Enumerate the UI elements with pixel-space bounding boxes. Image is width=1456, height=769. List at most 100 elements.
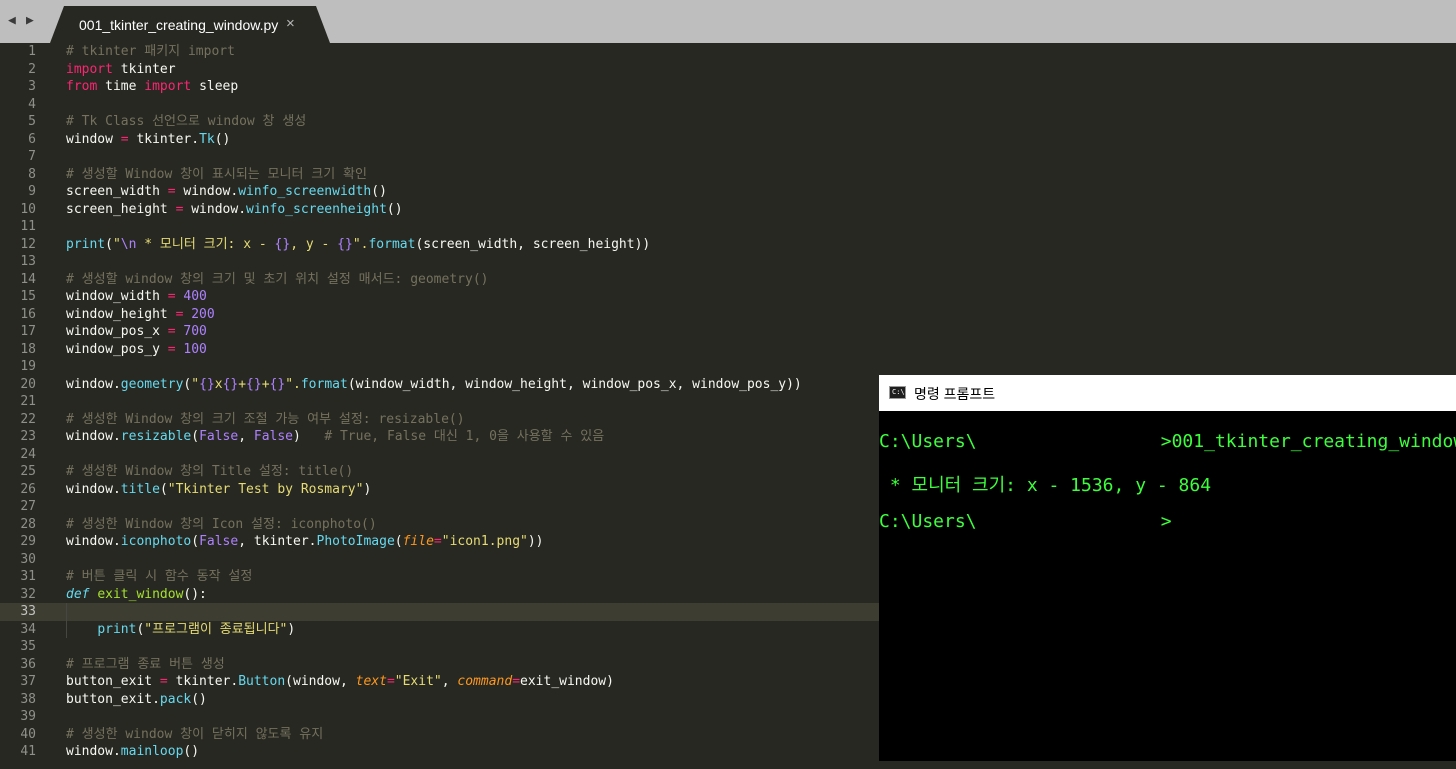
line-number: 3: [28, 79, 36, 94]
console-line: C:\Users\ >: [879, 511, 1172, 532]
tab-bar: ◀ ▶ 001_tkinter_creating_window.py ×: [0, 0, 1456, 43]
code-text: from time import sleep: [66, 79, 239, 94]
code-line[interactable]: 15 window_width = 400: [0, 288, 1456, 306]
code-line[interactable]: 8 # 생성할 Window 창이 표시되는 모니터 크기 확인: [0, 166, 1456, 184]
line-number: 23: [20, 429, 36, 444]
line-number: 41: [20, 744, 36, 759]
line-number: 32: [20, 586, 36, 602]
code-text: # tkinter 패키지 import: [66, 44, 235, 59]
code-line[interactable]: 2 import tkinter: [0, 61, 1456, 79]
code-text: screen_width = window.winfo_screenwidth(…: [66, 184, 387, 199]
code-text: window_height = 200: [66, 306, 215, 322]
code-text: # 생성할 Window 창이 표시되는 모니터 크기 확인: [66, 166, 367, 182]
code-text: window_pos_y = 100: [66, 341, 207, 357]
code-line[interactable]: 3 from time import sleep: [0, 78, 1456, 96]
line-number: 4: [28, 96, 36, 112]
line-number: 7: [28, 149, 36, 164]
line-number: 18: [20, 341, 36, 357]
line-number: 9: [28, 184, 36, 199]
line-number: 1: [28, 44, 36, 59]
line-number: 34: [20, 621, 36, 637]
code-text: # Tk Class 선언으로 window 창 생성: [66, 114, 307, 129]
line-number: 11: [20, 219, 36, 234]
close-icon[interactable]: ×: [286, 15, 295, 32]
line-number: 15: [20, 289, 36, 304]
code-text: # 생성한 window 창이 닫히지 않도록 유지: [66, 726, 324, 742]
line-number: 16: [20, 306, 36, 322]
console-line: C:\Users\ >001_tkinter_creating_window.p…: [879, 431, 1456, 452]
code-text: window_width = 400: [66, 289, 207, 304]
code-text: screen_height = window.winfo_screenheigh…: [66, 201, 403, 217]
line-number: 30: [20, 551, 36, 567]
line-number: 17: [20, 324, 36, 339]
line-number: 35: [20, 639, 36, 654]
line-number: 27: [20, 499, 36, 514]
code-text: window.geometry("{}x{}+{}+{}".format(win…: [66, 376, 802, 392]
line-number: 36: [20, 656, 36, 672]
tab-title: 001_tkinter_creating_window.py: [79, 17, 279, 33]
console-line: * 모니터 크기: x - 1536, y - 864: [879, 475, 1212, 496]
code-text: # 생성할 window 창의 크기 및 초기 위치 설정 매서드: geome…: [66, 271, 489, 287]
line-number: 21: [20, 394, 36, 409]
code-text: # 프로그램 종료 버튼 생성: [66, 656, 225, 672]
command-prompt-window[interactable]: C:\. 명령 프롬프트 C:\Users\ >001_tkinter_crea…: [879, 375, 1456, 761]
line-number: 24: [20, 446, 36, 462]
code-text: button_exit.pack(): [66, 691, 207, 707]
line-number: 26: [20, 481, 36, 497]
code-line[interactable]: 18 window_pos_y = 100: [0, 341, 1456, 359]
line-number: 39: [20, 709, 36, 724]
file-tab[interactable]: 001_tkinter_creating_window.py ×: [50, 6, 330, 43]
console-title-bar[interactable]: C:\. 명령 프롬프트: [879, 375, 1456, 411]
code-line[interactable]: 17 window_pos_x = 700: [0, 323, 1456, 341]
code-line[interactable]: 13: [0, 253, 1456, 271]
indent-guide: [66, 603, 67, 621]
code-line[interactable]: 9 screen_width = window.winfo_screenwidth…: [0, 183, 1456, 201]
code-text: import tkinter: [66, 61, 176, 77]
code-text: # 생성한 Window 창의 Icon 설정: iconphoto(): [66, 516, 377, 532]
console-title: 명령 프롬프트: [914, 386, 996, 402]
code-text: button_exit = tkinter.Button(window, tex…: [66, 674, 614, 689]
line-number: 28: [20, 516, 36, 532]
code-line[interactable]: 16 window_height = 200: [0, 306, 1456, 324]
line-number: 19: [20, 359, 36, 374]
code-line[interactable]: 4: [0, 96, 1456, 114]
nav-back-icon[interactable]: ◀: [8, 13, 16, 28]
code-text: window.mainloop(): [66, 744, 200, 759]
code-line[interactable]: 11: [0, 218, 1456, 236]
code-text: window_pos_x = 700: [66, 324, 207, 339]
line-number: 6: [28, 131, 36, 147]
code-text: window.title("Tkinter Test by Rosmary"): [66, 481, 372, 497]
code-line[interactable]: 14 # 생성할 window 창의 크기 및 초기 위치 설정 매서드: geo…: [0, 271, 1456, 289]
line-number: 10: [20, 201, 36, 217]
line-number: 25: [20, 464, 36, 479]
code-text: print("\n * 모니터 크기: x - {}, y - {}".form…: [66, 236, 651, 252]
code-text: window.iconphoto(False, tkinter.PhotoIma…: [66, 534, 544, 549]
line-number: 14: [20, 271, 36, 287]
terminal-icon: C:\.: [889, 386, 909, 399]
code-text: window.resizable(False, False) # True, F…: [66, 429, 605, 444]
line-number: 20: [20, 376, 36, 392]
code-text: def exit_window():: [66, 586, 207, 602]
code-text: # 생성한 Window 창의 Title 설정: title(): [66, 464, 354, 479]
code-line[interactable]: 6 window = tkinter.Tk(): [0, 131, 1456, 149]
line-number: 33: [20, 604, 36, 619]
line-number: 12: [20, 236, 36, 252]
code-line[interactable]: 5 # Tk Class 선언으로 window 창 생성: [0, 113, 1456, 131]
line-number: 22: [20, 411, 36, 427]
code-line[interactable]: 7: [0, 148, 1456, 166]
code-line[interactable]: 1 # tkinter 패키지 import: [0, 43, 1456, 61]
line-number: 40: [20, 726, 36, 742]
line-number: 2: [28, 61, 36, 77]
line-number: 5: [28, 114, 36, 129]
nav-forward-icon[interactable]: ▶: [26, 13, 34, 28]
code-line[interactable]: 12 print("\n * 모니터 크기: x - {}, y - {}".fo…: [0, 236, 1456, 254]
code-text: print("프로그램이 종료됩니다"): [97, 621, 296, 637]
code-line[interactable]: 10 screen_height = window.winfo_screenhei…: [0, 201, 1456, 219]
code-text: # 버튼 클릭 시 함수 동작 설정: [66, 569, 253, 584]
line-number: 13: [20, 254, 36, 269]
line-number: 37: [20, 674, 36, 689]
line-number: 29: [20, 534, 36, 549]
code-text: # 생성한 Window 창의 크기 조절 가능 여부 설정: resizabl…: [66, 411, 465, 427]
line-number: 38: [20, 691, 36, 707]
code-line[interactable]: 19: [0, 358, 1456, 376]
